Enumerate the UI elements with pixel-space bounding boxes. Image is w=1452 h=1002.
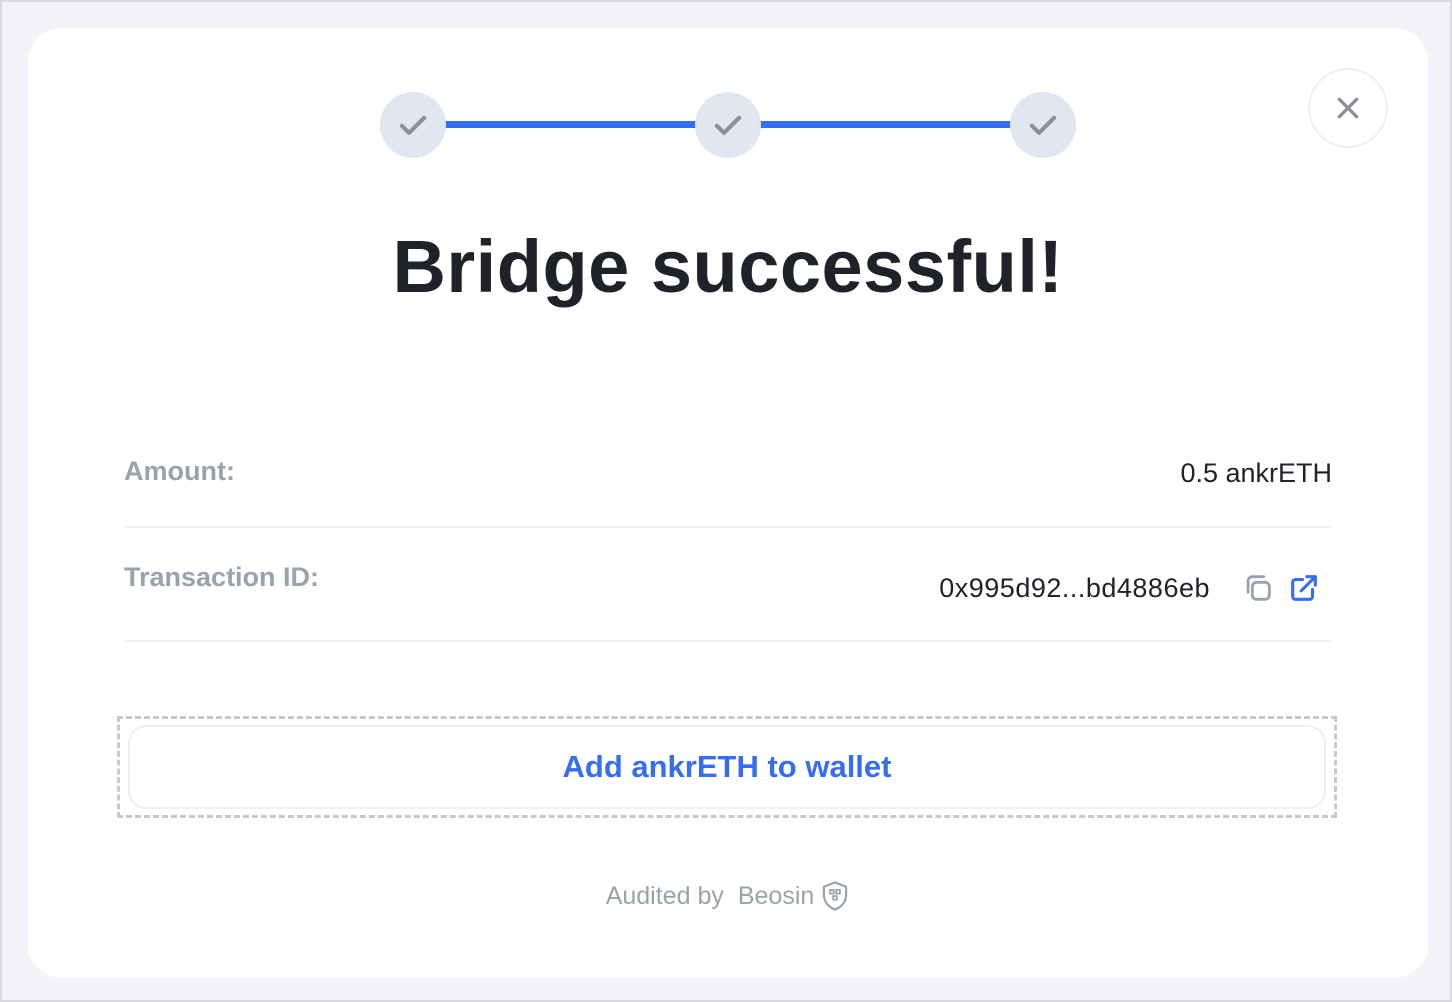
external-link-icon <box>1291 575 1317 601</box>
amount-value: 0.5 ankrETH <box>1180 458 1332 488</box>
amount-label: Amount: <box>124 456 235 486</box>
amount-row: Amount: 0.5 ankrETH <box>124 448 1332 528</box>
page-title: Bridge successful! <box>392 225 1064 308</box>
audited-by-label: Audited by <box>605 881 724 910</box>
add-to-wallet-button[interactable]: Add ankrETH to wallet <box>128 725 1326 809</box>
copy-transaction-id-button[interactable] <box>1238 568 1278 608</box>
shield-logo-icon <box>823 881 848 911</box>
audit-footer: Audited by Beosin <box>28 880 1428 912</box>
transaction-id-row: Transaction ID: 0x995d92...bd4886eb <box>124 554 1332 642</box>
copy-icon <box>1246 575 1271 601</box>
stepper-connector <box>440 121 700 128</box>
step-1-completed <box>380 92 446 158</box>
transaction-id-group: 0x995d92...bd4886eb <box>939 568 1324 608</box>
progress-stepper <box>380 92 1076 158</box>
close-icon <box>1337 97 1359 119</box>
transaction-id-label: Transaction ID: <box>124 562 320 592</box>
window-frame: Bridge successful! Amount: 0.5 ankrETH T… <box>0 0 1452 1002</box>
transaction-id-value: 0x995d92...bd4886eb <box>939 572 1210 603</box>
step-2-completed <box>695 92 761 158</box>
success-dialog: Bridge successful! Amount: 0.5 ankrETH T… <box>28 28 1428 978</box>
check-icon <box>1029 115 1057 135</box>
stepper-connector <box>755 121 1015 128</box>
auditor-name: Beosin <box>737 881 815 910</box>
close-button[interactable] <box>1308 68 1388 148</box>
open-explorer-button[interactable] <box>1284 568 1324 608</box>
add-to-wallet-focus-outline: Add ankrETH to wallet <box>117 716 1337 818</box>
step-3-completed <box>1010 92 1076 158</box>
check-icon <box>399 115 427 135</box>
check-icon <box>714 115 742 135</box>
